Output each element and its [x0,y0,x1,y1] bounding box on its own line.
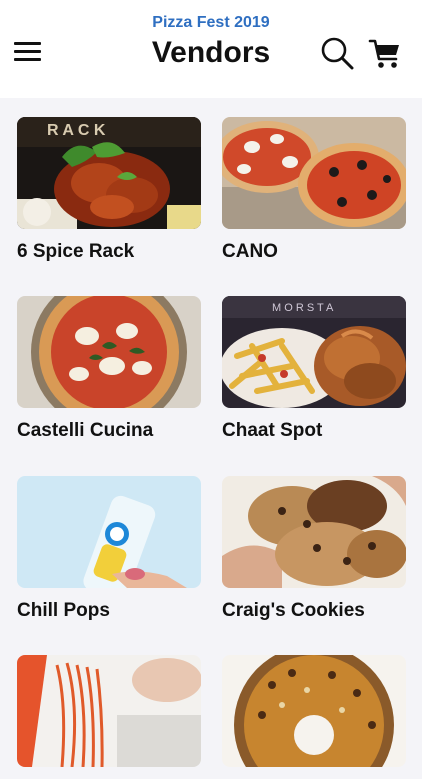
vendor-grid: R A C K 6 Spice Rack CANO Castelli Cucin… [0,98,422,767]
event-name: Pizza Fest 2019 [152,14,270,31]
vendor-card[interactable]: Castelli Cucina [17,296,201,442]
donut-photo [222,655,406,767]
vendor-card[interactable]: CANO [222,117,406,263]
vendor-name: 6 Spice Rack [17,241,135,262]
vendor-name: Craig's Cookies [222,600,365,621]
pizzas-photo [222,117,406,229]
vendor-name: Chaat Spot [222,420,323,441]
vendor-card[interactable] [222,655,406,779]
app-header: Pizza Fest 2019 Vendors [0,0,422,98]
page-title: Vendors [151,36,271,69]
spaghetti-photo [17,655,201,767]
cookies-photo [222,476,406,588]
vendor-name: CANO [222,241,278,262]
vendor-card[interactable]: R A C K 6 Spice Rack [17,117,201,263]
svg-text:R A C K: R A C K [47,122,106,139]
vendor-name: Castelli Cucina [17,420,154,441]
loaded-fries-photo: M O R S T A [222,296,406,408]
vendor-card[interactable]: M O R S T A Chaat Spot [222,296,406,442]
fried-chicken-photo: R A C K [17,117,201,229]
search-icon[interactable] [320,36,354,70]
vendor-card[interactable]: Chill Pops [17,476,201,622]
vendor-card[interactable]: Craig's Cookies [222,476,406,622]
vendor-name: Chill Pops [17,600,110,621]
hamburger-menu-icon[interactable] [14,40,42,64]
svg-text:M O R S T A: M O R S T A [272,302,334,314]
margherita-pizza-photo [17,296,201,408]
shopping-cart-icon[interactable] [368,36,402,70]
ice-pop-photo [17,476,201,588]
vendor-card[interactable] [17,655,201,779]
